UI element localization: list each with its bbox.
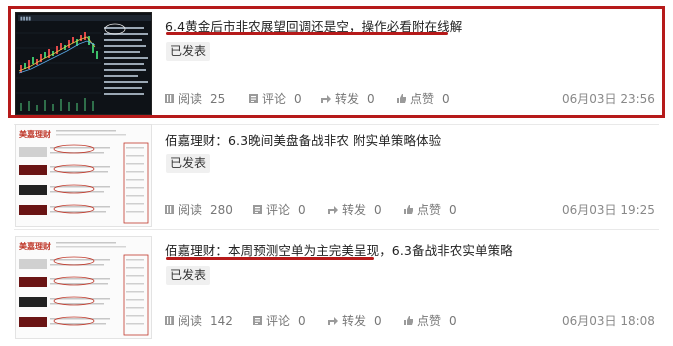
like-icon xyxy=(397,94,406,103)
comment-count: 0 xyxy=(298,202,306,217)
share-count: 0 xyxy=(374,313,382,328)
status-badge: 已发表 xyxy=(166,154,211,173)
publish-date: 06月03日 19:25 xyxy=(562,203,655,217)
comment-icon xyxy=(253,205,262,214)
publish-date: 06月03日 18:08 xyxy=(562,314,655,328)
divider xyxy=(14,229,659,230)
comment-stat[interactable]: 评论 0 xyxy=(252,201,306,218)
chart-thumbnail-image: ▮▮▮▮ xyxy=(16,13,151,114)
share-label: 转发 xyxy=(342,203,367,217)
article-thumbnail[interactable]: 美嘉理财 xyxy=(15,124,152,227)
comment-icon xyxy=(253,316,262,325)
read-icon xyxy=(165,205,174,214)
comment-label: 评论 xyxy=(262,92,287,106)
share-label: 转发 xyxy=(335,92,360,106)
read-stat: 阅读 280 xyxy=(164,201,233,218)
read-count: 142 xyxy=(210,313,233,328)
comment-icon xyxy=(249,94,258,103)
read-count: 25 xyxy=(210,91,226,106)
article-stats: 阅读 142 评论 0 转发 0 点赞 0 06月03日 18:08 xyxy=(164,312,655,329)
like-stat[interactable]: 点赞 0 xyxy=(403,201,457,218)
article-thumbnail[interactable]: ▮▮▮▮ xyxy=(15,12,152,115)
read-icon xyxy=(165,94,174,103)
read-label: 阅读 xyxy=(178,314,203,328)
share-stat[interactable]: 转发 0 xyxy=(320,90,375,107)
strategy-thumbnail-image: 美嘉理财 xyxy=(16,237,151,338)
like-label: 点赞 xyxy=(410,92,435,106)
like-icon xyxy=(404,205,413,214)
read-label: 阅读 xyxy=(178,203,203,217)
comment-label: 评论 xyxy=(266,203,291,217)
share-stat[interactable]: 转发 0 xyxy=(327,201,382,218)
comment-stat[interactable]: 评论 0 xyxy=(252,312,306,329)
strategy-thumbnail-image: 美嘉理财 xyxy=(16,125,151,226)
share-icon xyxy=(328,206,338,214)
read-stat: 阅读 142 xyxy=(164,312,233,329)
article-stats: 阅读 280 评论 0 转发 0 点赞 0 06月03日 19:25 xyxy=(164,201,655,218)
title-highlight-underline xyxy=(166,32,448,35)
like-stat[interactable]: 点赞 0 xyxy=(403,312,457,329)
comment-stat[interactable]: 评论 0 xyxy=(248,90,302,107)
like-label: 点赞 xyxy=(417,314,442,328)
like-count: 0 xyxy=(449,202,457,217)
status-badge: 已发表 xyxy=(166,42,211,61)
share-label: 转发 xyxy=(342,314,367,328)
title-highlight-underline xyxy=(166,257,374,260)
article-stats: 阅读 25 评论 0 转发 0 点赞 0 06月03日 23:56 xyxy=(164,90,655,107)
svg-text:美嘉理财: 美嘉理财 xyxy=(19,241,51,251)
like-icon xyxy=(404,316,413,325)
comment-label: 评论 xyxy=(266,314,291,328)
share-count: 0 xyxy=(367,91,375,106)
article-thumbnail[interactable]: 美嘉理财 xyxy=(15,236,152,339)
like-label: 点赞 xyxy=(417,203,442,217)
read-icon xyxy=(165,316,174,325)
like-stat[interactable]: 点赞 0 xyxy=(396,90,450,107)
svg-text:美嘉理财: 美嘉理财 xyxy=(19,129,51,139)
share-stat[interactable]: 转发 0 xyxy=(327,312,382,329)
like-count: 0 xyxy=(449,313,457,328)
read-label: 阅读 xyxy=(178,92,203,106)
like-count: 0 xyxy=(442,91,450,106)
share-count: 0 xyxy=(374,202,382,217)
comment-count: 0 xyxy=(294,91,302,106)
svg-text:▮▮▮▮: ▮▮▮▮ xyxy=(20,16,31,22)
read-stat: 阅读 25 xyxy=(164,90,225,107)
read-count: 280 xyxy=(210,202,233,217)
share-icon xyxy=(328,317,338,325)
comment-count: 0 xyxy=(298,313,306,328)
status-badge: 已发表 xyxy=(166,266,211,285)
publish-date: 06月03日 23:56 xyxy=(562,92,655,106)
article-title[interactable]: 佰嘉理财：6.3晚间美盘备战非农 附实单策略体验 xyxy=(165,130,441,149)
share-icon xyxy=(321,95,331,103)
